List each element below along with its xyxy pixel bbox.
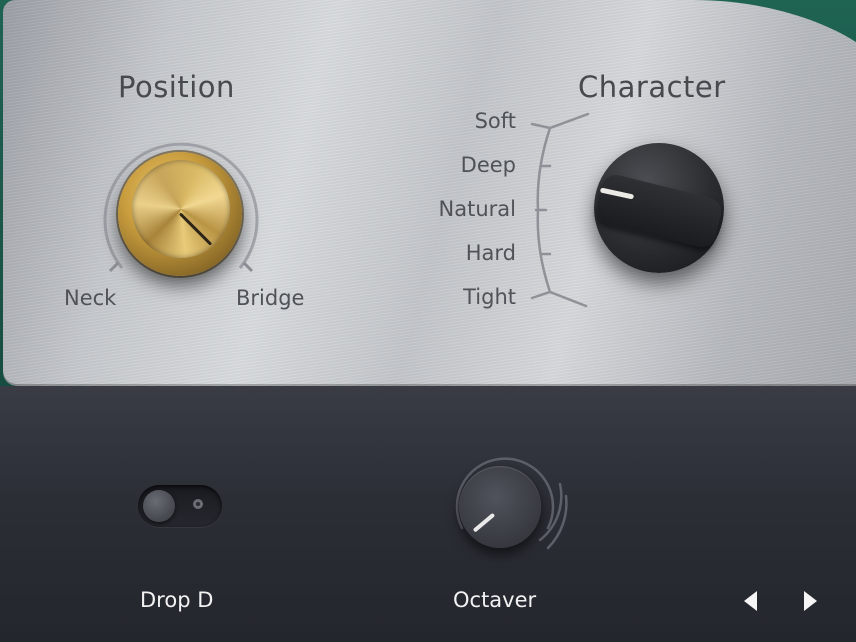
character-option-deep[interactable]: Deep: [461, 153, 516, 177]
position-title: Position: [118, 70, 235, 104]
character-scale: [530, 112, 590, 308]
drop-d-toggle-thumb: [143, 490, 175, 522]
triangle-left-icon: [744, 591, 757, 611]
octaver-label: Octaver: [453, 588, 537, 612]
toggle-indicator-icon: [193, 499, 203, 509]
octaver-knob[interactable]: [459, 466, 541, 548]
position-min-label: Neck: [64, 286, 117, 310]
character-option-soft[interactable]: Soft: [475, 109, 516, 133]
control-panel: [0, 386, 856, 642]
character-option-tight[interactable]: Tight: [463, 285, 516, 309]
character-title: Character: [578, 70, 726, 104]
triangle-right-icon: [804, 591, 817, 611]
character-option-hard[interactable]: Hard: [466, 241, 516, 265]
octaver-plugin-panel: Position Neck Bridge Character Soft Deep…: [0, 0, 856, 642]
drop-d-label: Drop D: [140, 588, 214, 612]
position-max-label: Bridge: [236, 286, 305, 310]
position-knob-face: [132, 160, 230, 258]
character-option-natural[interactable]: Natural: [439, 197, 516, 221]
